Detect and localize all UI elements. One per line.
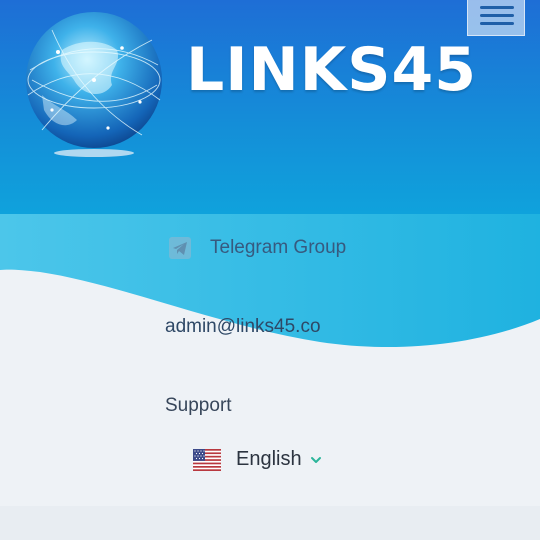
chevron-down-icon — [310, 456, 321, 463]
telegram-group-link[interactable]: Telegram Group — [168, 236, 346, 260]
telegram-icon — [169, 237, 191, 259]
email-link[interactable]: admin@links45.co — [165, 316, 321, 338]
hamburger-bar — [480, 14, 514, 17]
page: LINKS45 Telegram Group admin@links45.co … — [0, 0, 540, 540]
telegram-group-label: Telegram Group — [210, 237, 347, 258]
brand-title: LINKS45 — [186, 35, 477, 105]
us-flag-icon — [193, 448, 221, 471]
language-label: English — [236, 448, 302, 470]
hamburger-menu-icon — [480, 6, 514, 9]
language-selector[interactable]: English — [193, 448, 322, 471]
hamburger-bar — [480, 22, 514, 25]
footer-strip — [0, 506, 540, 540]
support-link[interactable]: Support — [165, 395, 232, 417]
globe-logo — [26, 12, 162, 157]
hamburger-menu-button[interactable] — [467, 0, 525, 36]
